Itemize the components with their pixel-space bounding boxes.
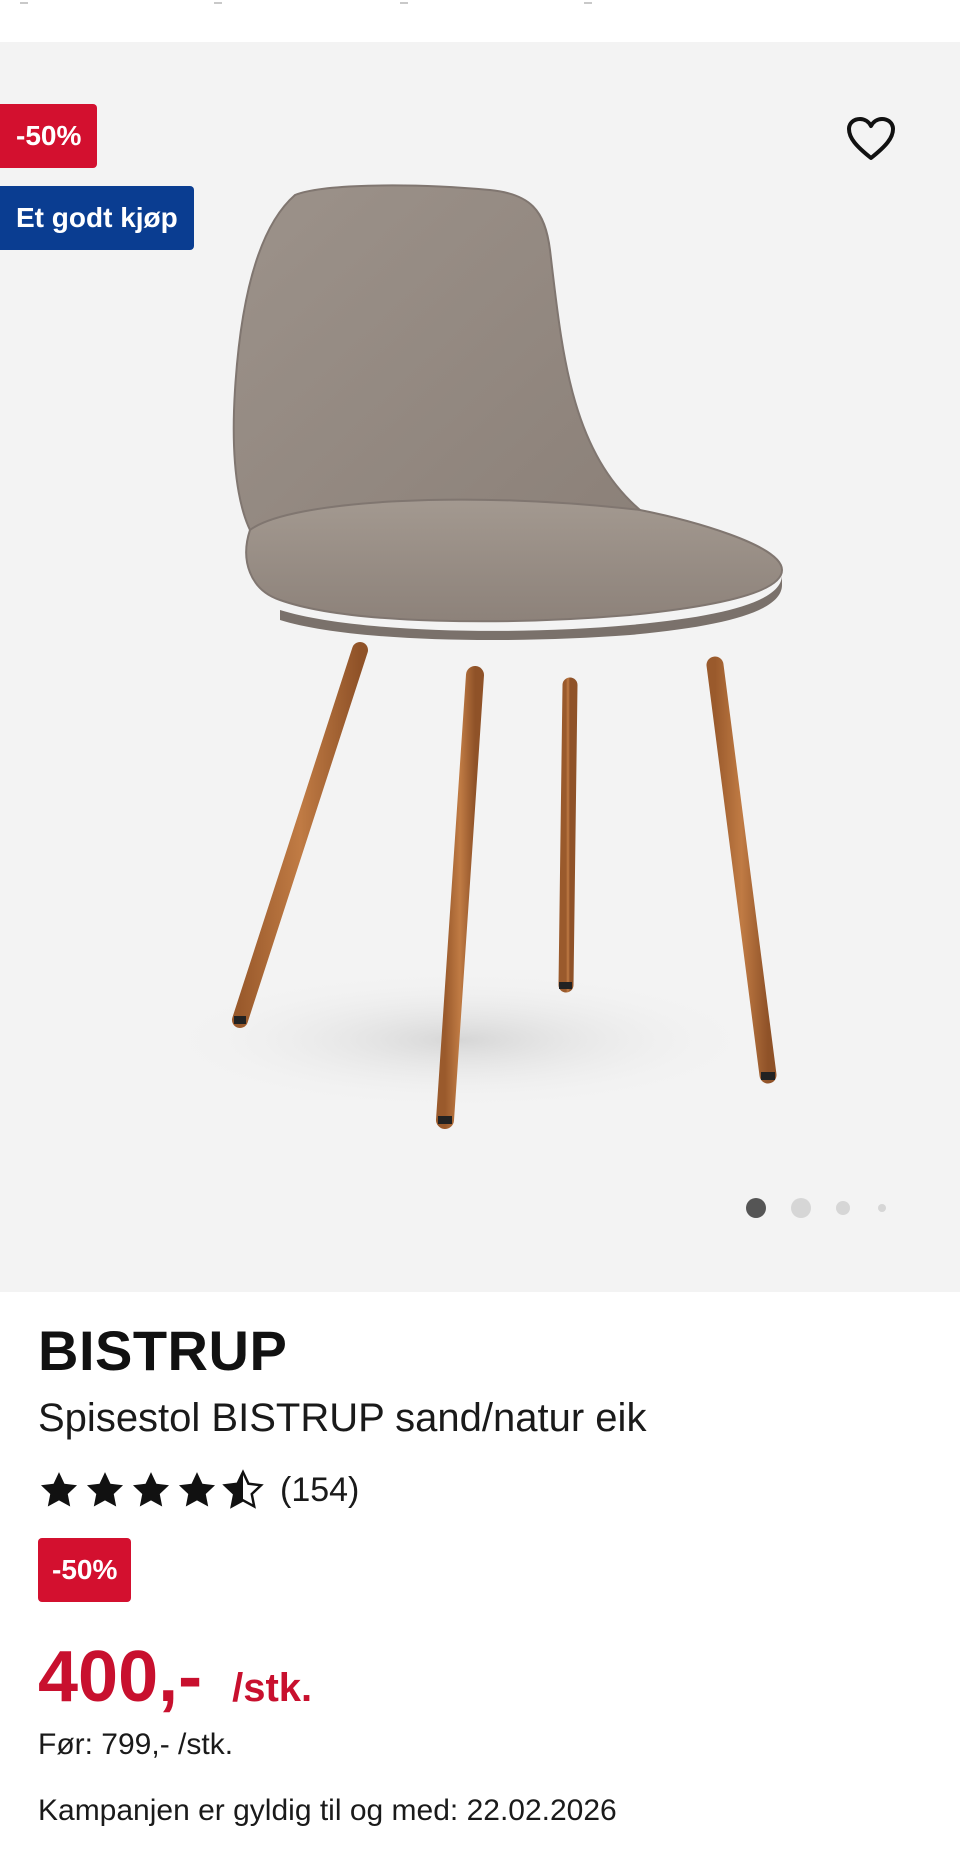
top-strip	[0, 0, 960, 42]
review-count[interactable]: (154)	[280, 1471, 359, 1510]
star-filled-icon	[178, 1472, 216, 1507]
product-name: Spisestol BISTRUP sand/natur eik	[38, 1396, 647, 1440]
star-filled-icon	[86, 1472, 124, 1507]
carousel-dot[interactable]	[791, 1198, 811, 1218]
carousel-dot-active[interactable]	[746, 1198, 766, 1218]
carousel-dot[interactable]	[878, 1204, 886, 1212]
good-deal-badge: Et godt kjøp	[0, 186, 194, 250]
product-image	[160, 170, 810, 1150]
star-half-icon	[222, 1469, 264, 1509]
price-amount: 400,-	[38, 1637, 203, 1717]
carousel-dot[interactable]	[836, 1201, 850, 1215]
product-rating[interactable]: (154)	[38, 1464, 359, 1516]
before-price: Før: 799,- /stk.	[38, 1728, 234, 1761]
price-unit: /stk.	[232, 1666, 313, 1710]
image-carousel-indicator[interactable]	[740, 1196, 900, 1220]
rating-stars	[38, 1469, 264, 1511]
current-price: 400,- /stk.	[38, 1636, 312, 1718]
star-filled-icon	[40, 1472, 78, 1507]
price-discount-badge: -50%	[38, 1538, 132, 1602]
campaign-validity: Kampanjen er gyldig til og med: 22.02.20…	[38, 1794, 617, 1827]
discount-badge: -50%	[0, 104, 98, 168]
product-brand: BISTRUP	[38, 1319, 288, 1382]
heart-outline-icon[interactable]	[846, 116, 896, 162]
star-filled-icon	[132, 1472, 170, 1507]
